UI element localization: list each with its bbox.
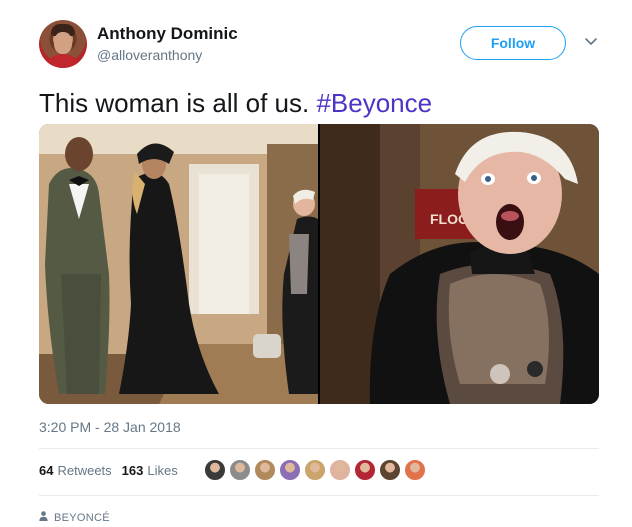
retweets-label: Retweets — [57, 463, 112, 478]
hashtag-link[interactable]: #Beyonce — [316, 88, 432, 118]
divider — [39, 495, 599, 496]
tweet-stats: 64 Retweets 163 Likes — [39, 463, 178, 478]
tweet-timestamp[interactable]: 3:20 PM - 28 Jan 2018 — [39, 419, 181, 435]
liker-avatar[interactable] — [279, 459, 301, 481]
likes-count: 163 — [121, 463, 144, 478]
liker-avatar[interactable] — [304, 459, 326, 481]
liker-avatar[interactable] — [354, 459, 376, 481]
tweet-text: This woman is all of us. #Beyonce — [39, 88, 432, 119]
tweet-media: FLOO — [39, 124, 599, 404]
topic-label: BEYONCÉ — [54, 511, 110, 524]
chevron-down-icon[interactable] — [583, 34, 599, 50]
divider — [39, 448, 599, 449]
liker-avatar[interactable] — [379, 459, 401, 481]
likes-stat[interactable]: 163 Likes — [122, 463, 178, 478]
liker-avatar[interactable] — [204, 459, 226, 481]
photo-beyonce-jayz[interactable] — [39, 124, 318, 404]
author-name[interactable]: Anthony Dominic — [97, 24, 238, 44]
photo-surprised-woman[interactable]: FLOO — [320, 124, 599, 404]
author-handle[interactable]: @alloveranthony — [97, 47, 202, 63]
retweets-count: 64 — [39, 463, 54, 478]
tweet-card: Anthony Dominic @alloveranthony Follow T… — [0, 0, 632, 527]
liker-avatar[interactable] — [329, 459, 351, 481]
likes-label: Likes — [147, 463, 178, 478]
liker-avatar[interactable] — [404, 459, 426, 481]
person-icon — [39, 511, 48, 524]
liker-avatar[interactable] — [254, 459, 276, 481]
author-avatar[interactable] — [39, 20, 87, 68]
liker-avatars — [204, 459, 426, 481]
topic-footer[interactable]: BEYONCÉ — [39, 511, 110, 524]
retweets-stat[interactable]: 64 Retweets — [39, 463, 112, 478]
tweet-body: This woman is all of us. — [39, 88, 310, 118]
liker-avatar[interactable] — [229, 459, 251, 481]
follow-button[interactable]: Follow — [460, 26, 566, 60]
